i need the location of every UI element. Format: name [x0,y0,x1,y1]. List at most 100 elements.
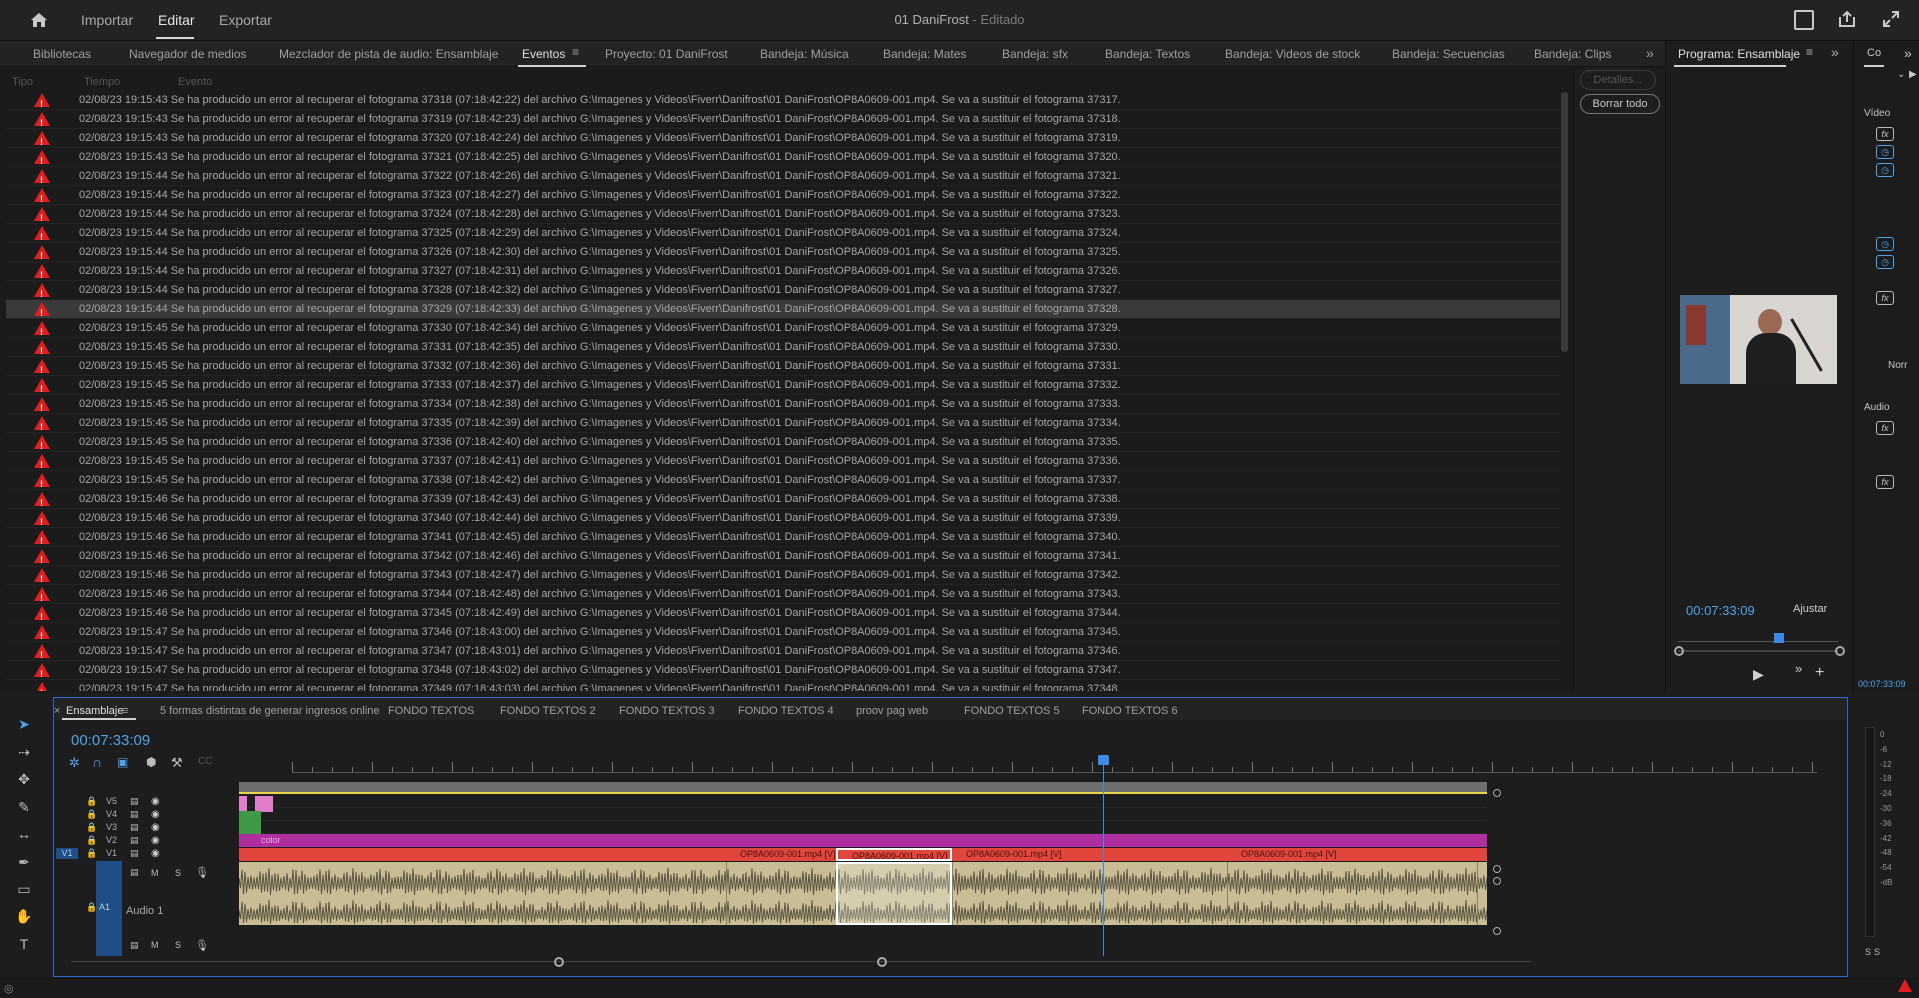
blend-mode-label[interactable]: Norr [1888,360,1907,371]
zoom-handle-right[interactable] [877,957,887,967]
event-row[interactable]: 02/08/23 19:15:45 Se ha producido un err… [6,433,1560,456]
clip-green[interactable] [239,811,261,823]
zoom-handle-right[interactable] [1835,646,1845,656]
meter-solo-button[interactable]: S [1865,947,1871,957]
eye-icon[interactable]: ◉ [151,822,160,833]
clear-all-button[interactable]: Borrar todo [1580,94,1660,114]
sync-lock-icon[interactable]: ▤ [130,822,139,833]
close-tab-icon[interactable]: × [54,705,60,717]
event-row[interactable]: 02/08/23 19:15:43 Se ha producido un err… [6,148,1560,171]
clip-video[interactable]: O [1477,848,1491,861]
event-row[interactable]: 02/08/23 19:15:43 Se ha producido un err… [6,129,1560,152]
event-row[interactable]: 02/08/23 19:15:45 Se ha producido un err… [6,414,1560,437]
program-preview-frame[interactable] [1680,295,1837,384]
overflow-chevron-icon[interactable]: » [1646,45,1654,61]
keyframe-icon[interactable]: ◷ [1876,255,1894,269]
event-row[interactable]: 02/08/23 19:15:46 Se ha producido un err… [6,604,1560,627]
lock-icon[interactable]: 🔒 [86,835,97,845]
lock-icon[interactable]: 🔒 [86,902,97,913]
event-row[interactable]: 02/08/23 19:15:46 Se ha producido un err… [6,509,1560,532]
selected-audio-clip[interactable] [836,862,952,925]
program-menu-icon[interactable]: ≡ [1806,45,1813,59]
track-end-handle[interactable] [1493,789,1501,797]
work-area-bar[interactable] [239,782,1487,792]
mute-button[interactable]: M [151,868,159,878]
sequence-tab[interactable]: proov pag web [856,705,928,717]
keyframe-icon[interactable]: ◷ [1876,237,1894,251]
details-button[interactable]: Detalles... [1580,70,1656,90]
tab-bandeja-musica[interactable]: Bandeja: Música [760,47,849,61]
event-row[interactable]: 02/08/23 19:15:44 Se ha producido un err… [6,300,1560,323]
event-row[interactable]: 02/08/23 19:15:47 Se ha producido un err… [6,661,1560,684]
track-end-handle[interactable] [1493,927,1501,935]
event-row[interactable]: 02/08/23 19:15:46 Se ha producido un err… [6,566,1560,589]
event-row[interactable]: 02/08/23 19:15:44 Se ha producido un err… [6,205,1560,228]
type-tool-icon[interactable]: T [14,936,34,954]
pen-tool-icon[interactable]: ✒ [14,854,34,872]
sequence-tab[interactable]: Ensamblaje [66,705,123,717]
warning-icon[interactable] [1898,979,1912,992]
clip-pink[interactable] [255,796,273,812]
event-row[interactable]: 02/08/23 19:15:43 Se ha producido un err… [6,91,1560,114]
more-controls-icon[interactable]: » [1795,661,1802,676]
event-row[interactable]: 02/08/23 19:15:46 Se ha producido un err… [6,585,1560,608]
tab-navegador-medios[interactable]: Navegador de medios [129,47,246,61]
program-zoom-bar[interactable] [1678,650,1838,652]
add-marker-icon[interactable]: ▣ [117,755,128,769]
timeline-timecode[interactable]: 00:07:33:09 [71,732,150,749]
tab-bandeja-mates[interactable]: Bandeja: Mates [883,47,966,61]
sync-lock-icon[interactable]: ▤ [130,848,139,859]
mute-button[interactable]: M [151,940,159,950]
program-timecode[interactable]: 00:07:33:09 [1686,603,1755,618]
marker-icon[interactable]: ⬢ [146,755,156,769]
zoom-handle-left[interactable] [1674,646,1684,656]
solo-button[interactable]: S [175,868,181,878]
event-row[interactable]: 02/08/23 19:15:45 Se ha producido un err… [6,357,1560,380]
col-evento[interactable]: Evento [178,76,212,88]
strip-tab[interactable]: Co [1867,47,1881,59]
event-row[interactable]: 02/08/23 19:15:44 Se ha producido un err… [6,186,1560,209]
track-select-tool-icon[interactable]: ⇢ [14,744,34,762]
play-icon[interactable]: ▶ [1753,666,1764,683]
tab-bandeja-secuencias[interactable]: Bandeja: Secuencias [1392,47,1505,61]
lock-icon[interactable]: 🔒 [86,822,97,832]
ripple-edit-tool-icon[interactable]: ✥ [14,771,34,789]
keyframe-icon[interactable]: ◷ [1876,145,1894,159]
tab-menu-icon[interactable]: ≡ [572,45,579,59]
event-row[interactable]: 02/08/23 19:15:47 Se ha producido un err… [6,680,1560,691]
col-tiempo[interactable]: Tiempo [84,76,120,88]
snap-icon[interactable]: ✲ [69,755,80,771]
event-row[interactable]: 02/08/23 19:15:47 Se ha producido un err… [6,642,1560,665]
linked-selection-icon[interactable]: ∩ [92,754,102,770]
event-row[interactable]: 02/08/23 19:15:44 Se ha producido un err… [6,224,1560,247]
col-tipo[interactable]: Tipo [12,76,33,88]
eye-icon[interactable]: ◉ [151,848,160,859]
clip-pink[interactable] [239,796,247,812]
tab-eventos[interactable]: Eventos [522,47,565,61]
clip-video[interactable]: OP8A0609-001.mp4 [V] [952,848,1227,861]
sequence-tab[interactable]: FONDO TEXTOS 3 [619,705,715,717]
strip-next-icon[interactable]: ▶ [1909,69,1917,80]
share-icon[interactable] [1838,10,1856,28]
event-row[interactable]: 02/08/23 19:15:44 Se ha producido un err… [6,243,1560,266]
meter-solo-button[interactable]: S [1874,947,1880,957]
event-row[interactable]: 02/08/23 19:15:46 Se ha producido un err… [6,528,1560,551]
wrench-icon[interactable]: ⚒ [171,755,183,771]
clip-video[interactable]: OP8A0609-001.mp4 [V] [836,848,952,861]
event-row[interactable]: 02/08/23 19:15:43 Se ha producido un err… [6,110,1560,133]
fx-icon[interactable]: fx [1876,475,1894,489]
clip-video[interactable]: OP8A0609-001.mp4 [V] [1227,848,1477,861]
tab-mezclador[interactable]: Mezclador de pista de audio: Ensamblaje [279,47,498,61]
sequence-menu-icon[interactable]: ≡ [122,705,128,717]
sequence-tab[interactable]: FONDO TEXTOS 6 [1082,705,1178,717]
sequence-tab[interactable]: FONDO TEXTOS 4 [738,705,834,717]
keyframe-icon[interactable]: ◷ [1876,163,1894,177]
track-end-handle[interactable] [1493,865,1501,873]
sequence-tab[interactable]: FONDO TEXTOS 2 [500,705,596,717]
event-row[interactable]: 02/08/23 19:15:45 Se ha producido un err… [6,471,1560,494]
fit-dropdown[interactable]: Ajustar [1793,603,1827,615]
program-overflow-icon[interactable]: » [1831,44,1839,60]
strip-dropdown-icon[interactable]: ⌄ [1897,69,1905,80]
razor-tool-icon[interactable]: ✎ [14,799,34,817]
tab-proyecto[interactable]: Proyecto: 01 DaniFrost [605,47,728,61]
